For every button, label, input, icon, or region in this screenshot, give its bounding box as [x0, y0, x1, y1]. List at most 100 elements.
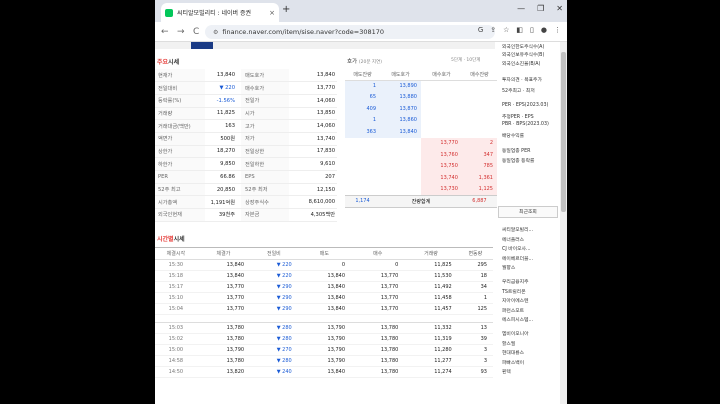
recent-stock-link[interactable]: 엠비이오니아	[502, 330, 528, 337]
summary-label: 전일대비	[155, 81, 205, 95]
recent-stock-link[interactable]: 파빠스백이	[502, 359, 524, 366]
summary-label: 매수호가	[241, 81, 289, 95]
time-sise-cell: 13,780	[351, 344, 405, 356]
summary-value: -1.56%	[205, 94, 241, 108]
summary-row: 52주 최고 20,850 52주 최저 12,150	[155, 183, 337, 197]
time-sise-cell: 13,840	[297, 270, 352, 282]
total-bid: 6,887	[461, 194, 497, 208]
bid-quantity: 2	[461, 137, 497, 149]
summary-label: 자본금	[241, 208, 289, 222]
sidebar-info-line: 투자의견 · 목표주가	[502, 78, 542, 83]
summary-value: 207	[289, 170, 337, 184]
ask-quantity: 363	[345, 126, 381, 138]
tab-bar: 씨티알모빌리티 : 네이버 증권 × + — ❐ ✕	[155, 0, 567, 22]
time-sise-cell: ▼ 290	[250, 292, 298, 304]
top-nav-strip	[155, 42, 495, 49]
recent-stock-link[interactable]: 퍼런스모트	[502, 307, 524, 314]
recent-stock-link[interactable]: 에이베르더블...	[502, 255, 533, 262]
time-sise-cell: 13,790	[297, 322, 352, 334]
summary-label: 저가	[241, 132, 289, 146]
time-sise-cell: 13,770	[196, 292, 251, 304]
time-sise-cell: 15:18	[155, 270, 197, 282]
sidebar-info-line: 동일업종 등락률	[502, 159, 535, 164]
summary-row: 거래대금(백만) 163 고가 14,060	[155, 119, 337, 133]
sidepanel-icon[interactable]: ▯	[530, 26, 534, 34]
recent-stock-link[interactable]: 현대대룡스	[502, 349, 524, 356]
summary-value: 14,060	[289, 119, 337, 133]
time-sise-cell: ▼ 240	[250, 366, 298, 378]
recent-stock-link[interactable]: 에스피시스템...	[502, 316, 533, 323]
summary-row: 상한가 18,270 전일상한 17,830	[155, 145, 337, 159]
site-info-icon[interactable]: ⚙	[213, 29, 218, 36]
empty-cell	[345, 172, 381, 184]
time-sise-cell: 11,457	[404, 303, 458, 315]
empty-cell	[461, 114, 497, 126]
active-nav-tab[interactable]	[191, 42, 213, 49]
time-sise-cell: 15:17	[155, 281, 197, 293]
reload-button[interactable]: C	[193, 27, 203, 37]
empty-cell	[461, 80, 497, 92]
time-sise-row: 15:04 13,770 ▼ 290 13,840 13,770 11,457 125	[155, 303, 493, 315]
time-sise-cell: 13,840	[297, 292, 352, 304]
time-sise-cell: 13,770	[351, 292, 405, 304]
bid-price: 13,730	[420, 183, 462, 195]
tab-close-icon[interactable]: ×	[269, 9, 275, 17]
bid-price: 13,770	[420, 137, 462, 149]
active-tab[interactable]: 씨티알모빌리티 : 네이버 증권 ×	[161, 3, 279, 22]
ask-price: 13,870	[380, 103, 421, 115]
back-button[interactable]: ←	[161, 27, 171, 37]
close-window-button[interactable]: ✕	[556, 4, 563, 13]
recent-stock-link[interactable]: 핀텍	[502, 368, 511, 375]
recent-stock-link[interactable]: 할스필	[502, 340, 515, 347]
profile-icon[interactable]: ●	[541, 26, 547, 34]
bookmark-star-icon[interactable]: ☆	[503, 26, 509, 34]
empty-cell	[345, 183, 381, 195]
summary-label: 52주 최고	[155, 183, 205, 197]
extension-puzzle-icon[interactable]: ◧	[516, 26, 523, 34]
ask-quantity: 409	[345, 103, 381, 115]
bid-quantity: 1,361	[461, 172, 497, 184]
recent-stock-link[interactable]: 우리금융지주	[502, 278, 528, 285]
summary-value: 13,770	[289, 81, 337, 95]
new-tab-button[interactable]: +	[282, 4, 290, 15]
recent-stock-link[interactable]: 월향스	[502, 264, 515, 271]
ask-quantity: 65	[345, 91, 381, 103]
orderbook-bid-row: 13,770 2	[345, 137, 497, 149]
minimize-button[interactable]: —	[517, 4, 525, 13]
url-field[interactable]: ⚙ finance.naver.com/item/sise.naver?code…	[205, 25, 495, 39]
summary-value: 13,850	[289, 107, 337, 121]
time-sise-cell: 13,770	[351, 270, 405, 282]
maximize-button[interactable]: ❐	[537, 4, 544, 13]
recent-stock-link[interactable]: CJ 바이오사...	[502, 245, 531, 252]
recent-stock-link[interactable]: 에너플러스	[502, 236, 524, 243]
time-sise-cell: 11,825	[404, 259, 458, 271]
time-sise-header: 매도	[297, 247, 352, 260]
empty-cell	[345, 137, 381, 149]
time-sise-cell: 13,780	[196, 333, 251, 345]
empty-cell	[345, 149, 381, 161]
gap-cell	[155, 314, 493, 323]
summary-row: 거래량 11,825 시가 13,850	[155, 107, 337, 121]
summary-table: 현재가 13,840 매도호가 13,840 전일대비 ▼ 220 매수호가 13,770 등락…	[155, 69, 337, 222]
share-icon[interactable]: ⇪	[490, 26, 496, 34]
recent-stock-link[interactable]: 씨티알모빌리...	[502, 226, 533, 233]
bid-quantity: 785	[461, 160, 497, 172]
recent-stock-link[interactable]: 지아이에스텐	[502, 297, 528, 304]
recent-stock-link[interactable]: TS트릴리온	[502, 288, 526, 295]
scrollbar-thumb[interactable]	[561, 52, 566, 212]
summary-value: ▼ 220	[205, 81, 241, 95]
summary-row: 하한가 9,850 전일하한 9,610	[155, 157, 337, 171]
vertical-scrollbar[interactable]	[560, 42, 567, 404]
google-icon[interactable]: G	[478, 26, 483, 34]
orderbook-bid-row: 13,750 785	[345, 160, 497, 172]
time-sise-gap	[155, 314, 493, 323]
ask-quantity: 1	[345, 114, 381, 126]
ask-price: 13,890	[380, 80, 421, 92]
browser-menu-icon[interactable]: ⋮	[554, 26, 561, 34]
summary-value: 9,850	[205, 157, 241, 171]
recent-view-header[interactable]: 최근조회	[498, 206, 558, 218]
summary-value: 4,305백만	[289, 208, 337, 222]
forward-button[interactable]: →	[177, 27, 187, 37]
empty-cell	[420, 114, 462, 126]
summary-label: 상한가	[155, 145, 205, 159]
